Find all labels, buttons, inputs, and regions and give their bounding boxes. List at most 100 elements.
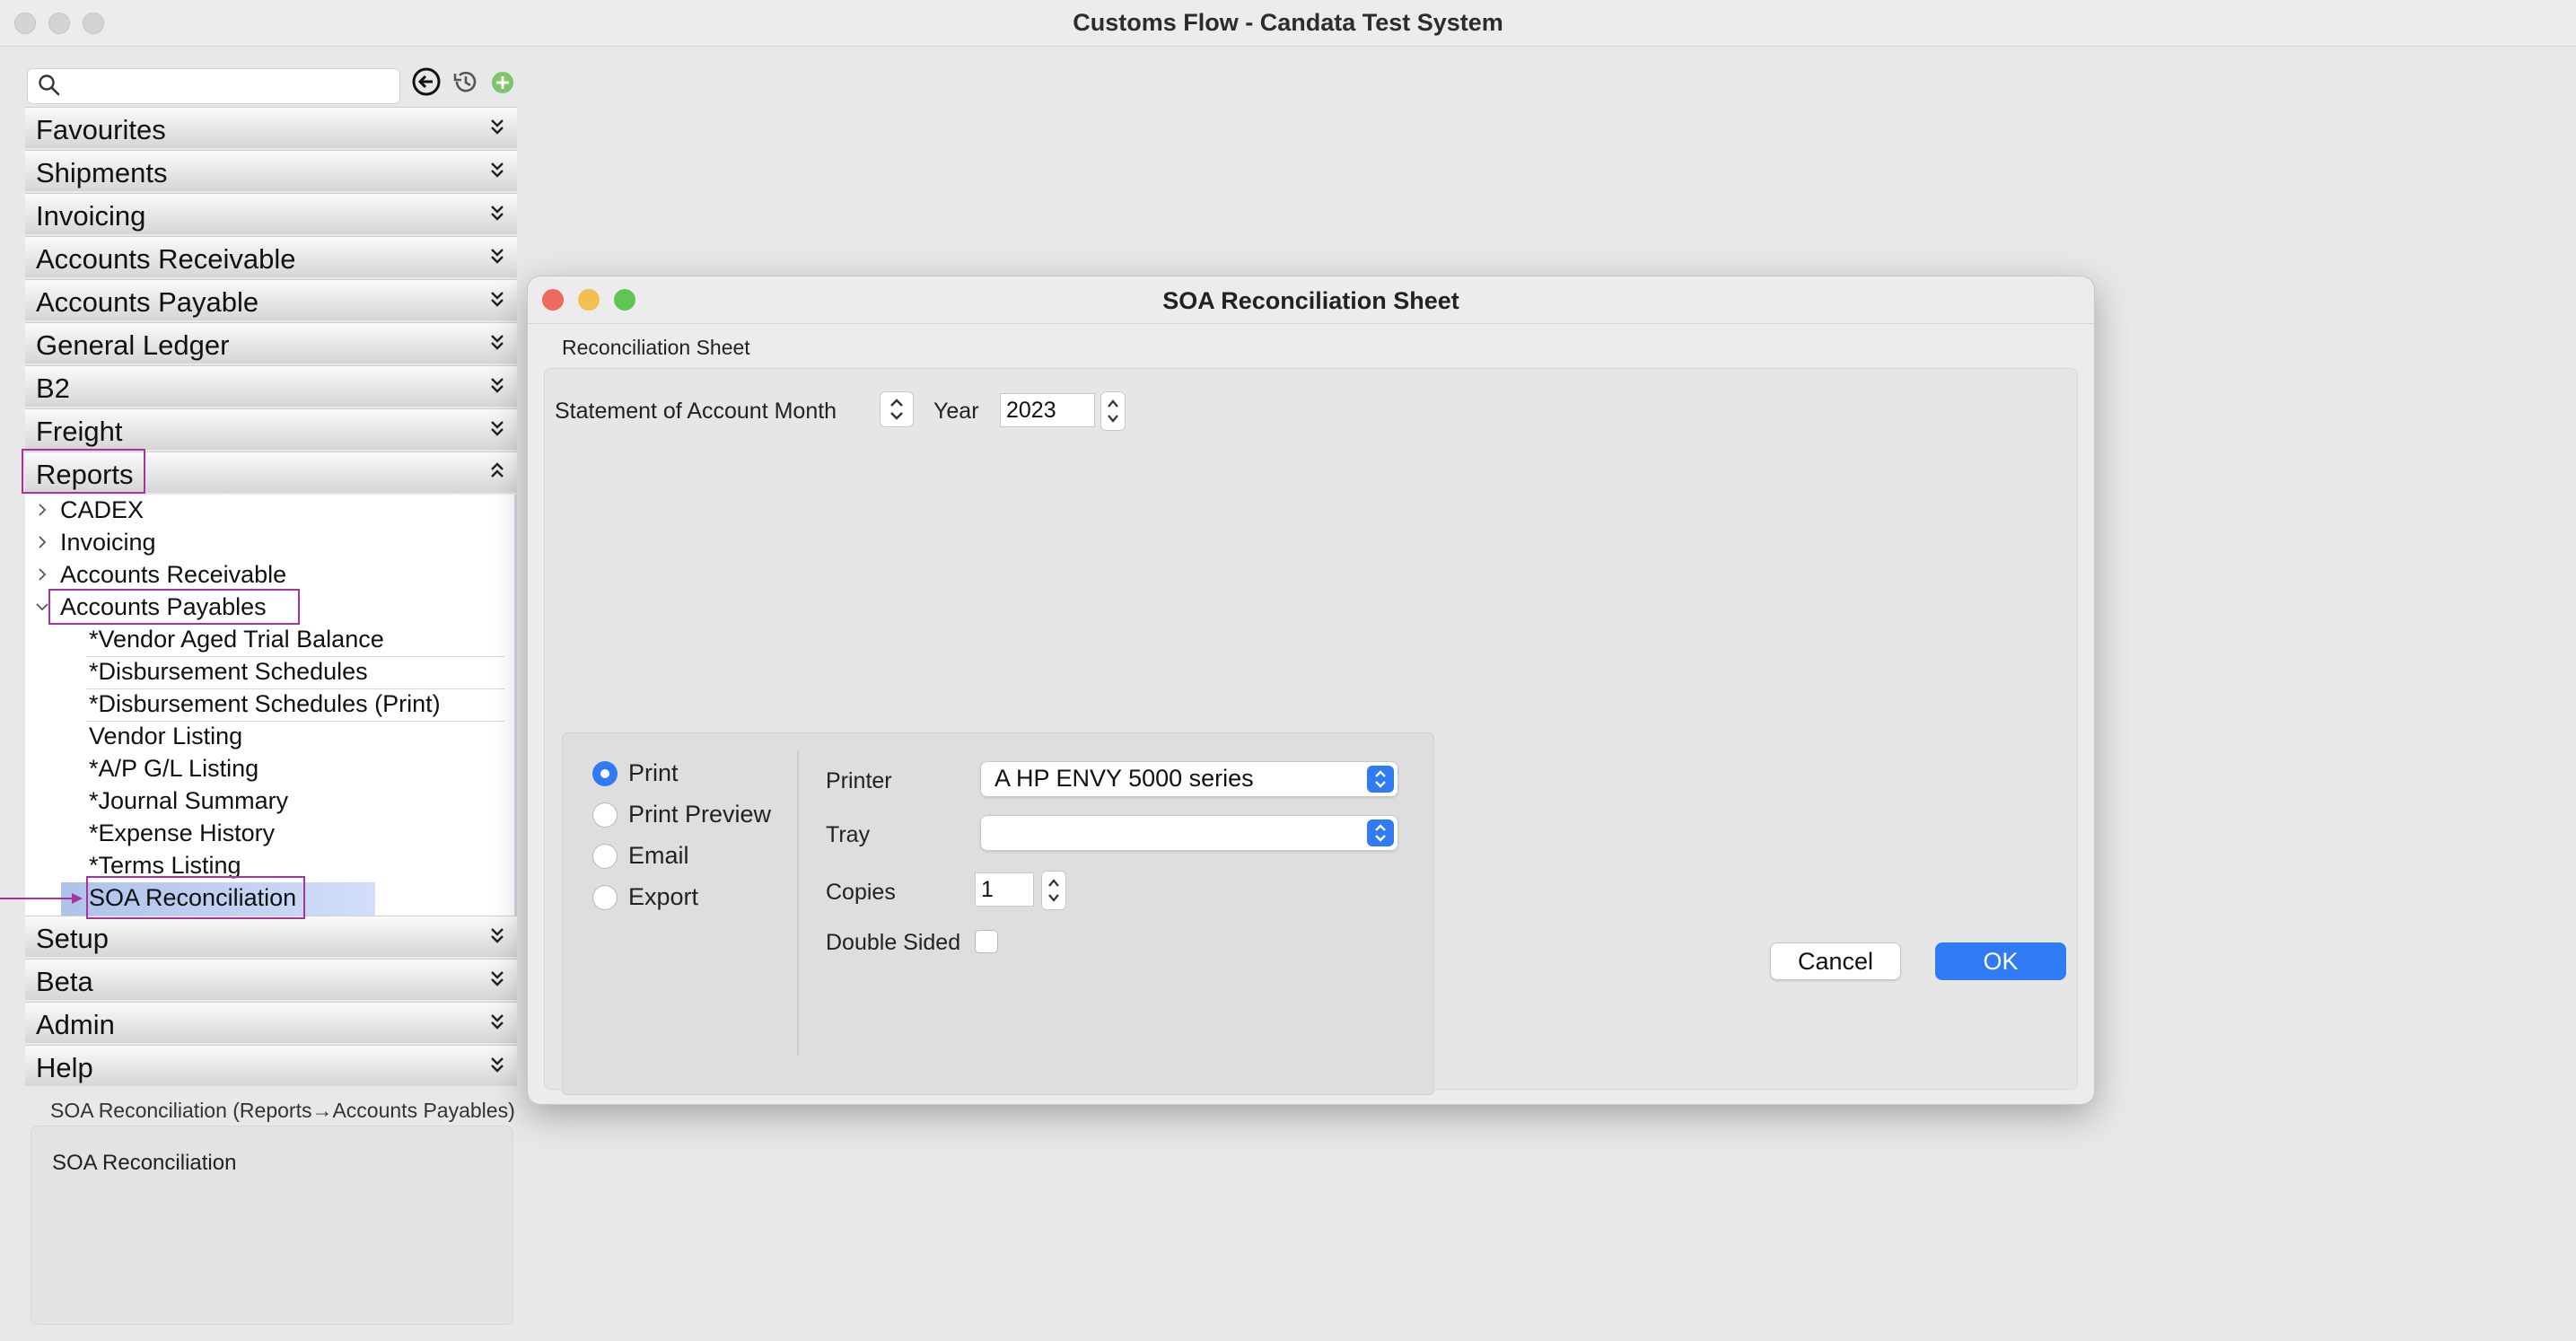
section-accounts-payable[interactable]: Accounts Payable <box>25 279 517 320</box>
chevron-double-down-icon <box>491 162 504 178</box>
pointer-arrow-icon <box>0 893 83 904</box>
section-label: Admin <box>36 1009 115 1040</box>
section-label: B2 <box>36 372 70 404</box>
section-favourites[interactable]: Favourites <box>25 107 517 148</box>
info-path: SOA Reconciliation (Reports→Accounts Pay… <box>50 1099 515 1122</box>
radio-print[interactable] <box>592 761 618 786</box>
double-sided-label: Double Sided <box>826 930 961 955</box>
group-divider <box>797 750 799 1056</box>
cancel-button[interactable]: Cancel <box>1770 942 1901 980</box>
radio-label-print[interactable]: Print <box>628 759 679 787</box>
item-separator <box>86 656 504 657</box>
window-title: Customs Flow - Candata Test System <box>1073 9 1503 36</box>
copies-stepper[interactable] <box>1041 871 1066 910</box>
tab-panel: Statement of Account Month Year 2023 Pri… <box>544 368 2078 1095</box>
section-label: Beta <box>36 966 93 997</box>
radio-label-export[interactable]: Export <box>628 883 698 911</box>
radio-label-email[interactable]: Email <box>628 842 689 870</box>
section-label: Favourites <box>36 114 166 145</box>
section-label: Shipments <box>36 157 168 188</box>
tree-item-disbursement-schedules[interactable]: *Disbursement Schedules <box>89 658 368 686</box>
copies-field[interactable]: 1 <box>975 872 1034 907</box>
tray-select[interactable] <box>980 815 1398 851</box>
radio-label-print-preview[interactable]: Print Preview <box>628 801 771 828</box>
section-beta[interactable]: Beta <box>25 959 517 1000</box>
year-stepper[interactable] <box>1100 391 1126 431</box>
chevron-double-down-icon <box>491 249 504 264</box>
section-general-ledger[interactable]: General Ledger <box>25 322 517 364</box>
tray-label: Tray <box>826 822 871 847</box>
dialog-title: SOA Reconciliation Sheet <box>1162 287 1459 314</box>
month-label: Statement of Account Month <box>555 399 837 424</box>
section-label: Accounts Receivable <box>36 243 296 275</box>
radio-email[interactable] <box>592 844 618 869</box>
info-box: SOA Reconciliation <box>31 1126 513 1325</box>
section-label: Freight <box>36 416 123 447</box>
chevron-double-down-icon <box>491 335 504 350</box>
reports-highlight <box>22 449 145 494</box>
chevron-double-down-icon <box>491 971 504 986</box>
radio-export[interactable] <box>592 885 618 910</box>
disclosure-closed-icon[interactable] <box>36 504 48 516</box>
section-accounts-receivable[interactable]: Accounts Receivable <box>25 236 517 277</box>
chevron-double-up-icon <box>491 462 504 478</box>
section-label: General Ledger <box>36 329 230 361</box>
search-input[interactable] <box>27 68 400 104</box>
tree-group-accounts-receivable[interactable]: Accounts Receivable <box>60 561 286 589</box>
tab-divider <box>528 323 2094 324</box>
section-shipments[interactable]: Shipments <box>25 150 517 191</box>
tree-item-a-p-g-l-listing[interactable]: *A/P G/L Listing <box>89 755 258 783</box>
soa-reconciliation-highlight <box>86 876 305 919</box>
chevron-double-down-icon <box>491 119 504 135</box>
double-sided-checkbox[interactable] <box>975 930 998 953</box>
disclosure-open-icon[interactable] <box>36 600 48 613</box>
tree-item-expense-history[interactable]: *Expense History <box>89 820 275 847</box>
chevron-double-down-icon <box>491 1014 504 1030</box>
chevron-updown-icon <box>1367 820 1394 846</box>
radio-print-preview[interactable] <box>592 802 618 828</box>
output-options-group: Print Print Preview Email Export Printer A … <box>562 732 1434 1095</box>
section-admin[interactable]: Admin <box>25 1002 517 1043</box>
month-stepper[interactable] <box>880 391 914 427</box>
back-icon[interactable] <box>411 66 442 97</box>
ok-button[interactable]: OK <box>1935 942 2066 980</box>
search-icon <box>39 74 60 96</box>
tree-item-journal-summary[interactable]: *Journal Summary <box>89 787 288 815</box>
printer-select[interactable]: A HP ENVY 5000 series <box>980 761 1398 797</box>
tree-item-vendor-aged-trial-balance[interactable]: *Vendor Aged Trial Balance <box>89 626 384 653</box>
chevron-double-down-icon <box>491 378 504 393</box>
tree-item-disbursement-schedules-print[interactable]: *Disbursement Schedules (Print) <box>89 690 441 718</box>
chevron-double-down-icon <box>491 292 504 307</box>
accounts-payables-highlight <box>48 589 300 625</box>
reports-tree: CADEX Invoicing Accounts Receivable Account… <box>25 495 517 916</box>
main-title-bar: Customs Flow - Candata Test System <box>0 0 2576 47</box>
soa-reconciliation-dialog: SOA Reconciliation Sheet Reconciliation … <box>528 276 2094 1104</box>
section-help[interactable]: Help <box>25 1045 517 1086</box>
disclosure-closed-icon[interactable] <box>36 536 48 548</box>
section-label: Setup <box>36 923 110 954</box>
section-setup[interactable]: Setup <box>25 916 517 957</box>
tree-group-invoicing[interactable]: Invoicing <box>60 529 156 557</box>
chevron-double-down-icon <box>491 1057 504 1073</box>
copies-label: Copies <box>826 880 896 905</box>
section-invoicing[interactable]: Invoicing <box>25 193 517 234</box>
printer-label: Printer <box>826 768 892 793</box>
tab-reconciliation-sheet[interactable]: Reconciliation Sheet <box>562 336 750 360</box>
section-b2[interactable]: B2 <box>25 365 517 407</box>
disclosure-closed-icon[interactable] <box>36 568 48 581</box>
section-label: Accounts Payable <box>36 286 259 318</box>
year-label: Year <box>933 399 979 424</box>
tree-group-cadex[interactable]: CADEX <box>60 496 144 524</box>
chevron-double-down-icon <box>491 928 504 943</box>
section-label: Help <box>36 1052 93 1083</box>
printer-value: A HP ENVY 5000 series <box>994 765 1254 792</box>
history-icon[interactable] <box>451 66 481 97</box>
tree-item-vendor-listing[interactable]: Vendor Listing <box>89 723 242 750</box>
section-freight[interactable]: Freight <box>25 408 517 450</box>
info-text: SOA Reconciliation <box>52 1151 237 1175</box>
add-icon[interactable] <box>488 68 519 99</box>
year-field[interactable]: 2023 <box>1000 393 1095 427</box>
chevron-double-down-icon <box>491 206 504 221</box>
item-separator <box>86 688 504 689</box>
section-label: Invoicing <box>36 200 146 232</box>
